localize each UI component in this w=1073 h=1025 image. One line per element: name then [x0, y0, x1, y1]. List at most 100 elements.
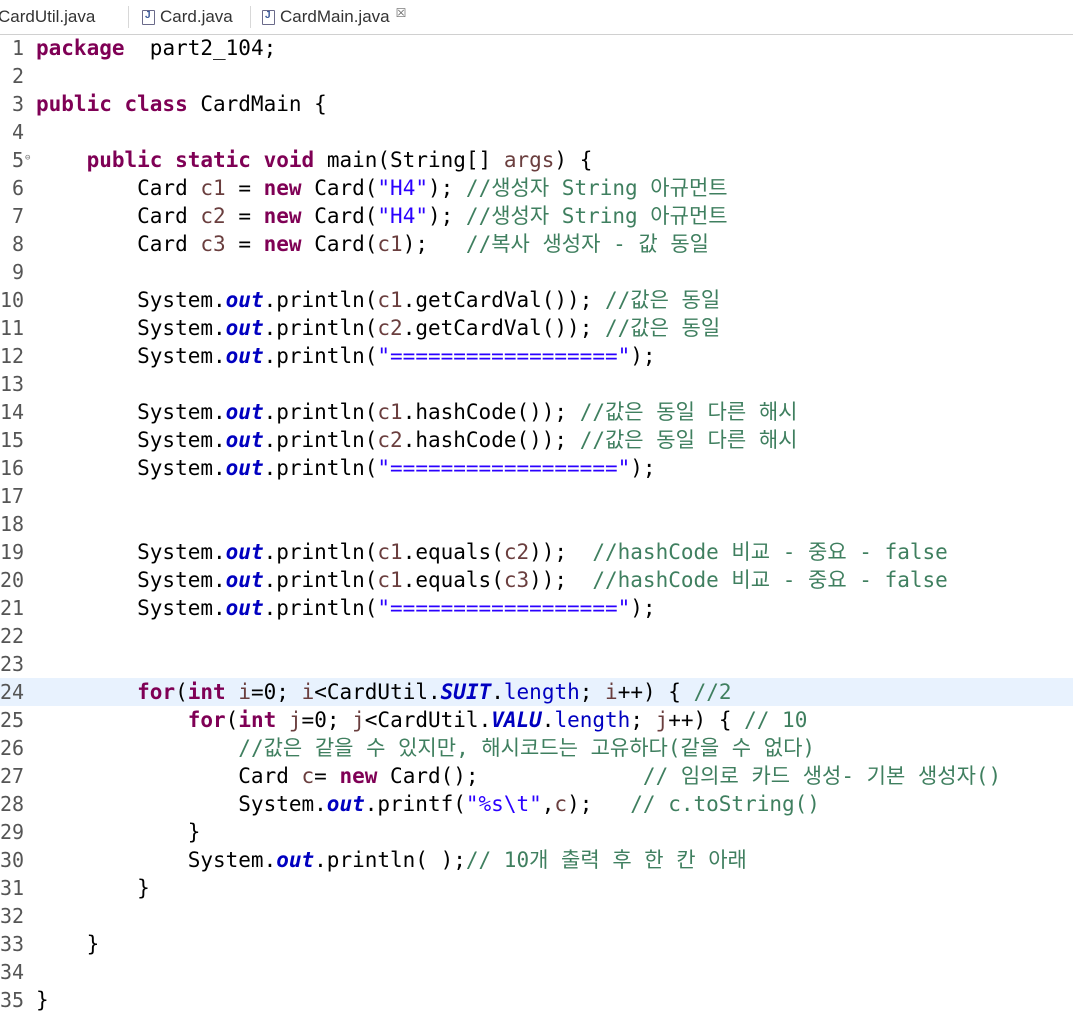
code-line[interactable]: 11 System.out.println(c2.getCardVal()); …: [0, 314, 1073, 342]
line-number: 10: [0, 288, 25, 312]
code-line[interactable]: 1 package part2_104;: [0, 34, 1073, 62]
code-editor[interactable]: 1 package part2_104; 2 3 public class CardMa…: [0, 34, 1073, 1025]
line-number: 11: [0, 316, 25, 340]
code-text: System.out.println("==================")…: [36, 596, 656, 620]
code-line[interactable]: 13: [0, 370, 1073, 398]
line-number: 26: [0, 736, 25, 760]
line-number: 20: [0, 568, 25, 592]
line-number: 17: [0, 484, 25, 508]
code-line[interactable]: 17: [0, 482, 1073, 510]
code-text: System.out.println(c1.equals(c3)); //has…: [36, 568, 948, 592]
line-number: 35: [0, 988, 25, 1012]
java-file-icon: [142, 9, 155, 25]
fold-toggle-icon[interactable]: ⊖: [25, 153, 30, 163]
line-number: 15: [0, 428, 25, 452]
code-line[interactable]: 32: [0, 902, 1073, 930]
code-text: System.out.println(c1.equals(c2)); //has…: [36, 540, 948, 564]
line-number: 5: [11, 148, 24, 172]
code-text: }: [36, 876, 150, 900]
line-number: 1: [11, 36, 24, 60]
code-text: System.out.println(c1.hashCode()); //값은 …: [36, 400, 798, 424]
code-line[interactable]: 34: [0, 958, 1073, 986]
code-text: System.out.println(c1.getCardVal()); //값…: [36, 288, 721, 312]
code-line[interactable]: 2: [0, 62, 1073, 90]
line-number: 32: [0, 904, 25, 928]
line-number: 8: [11, 232, 24, 256]
code-text: }: [36, 988, 49, 1012]
code-line[interactable]: 4: [0, 118, 1073, 146]
code-line[interactable]: 3 public class CardMain {: [0, 90, 1073, 118]
line-number: 24: [0, 680, 25, 704]
code-line[interactable]: 9: [0, 258, 1073, 286]
code-line[interactable]: 35}: [0, 986, 1073, 1014]
line-number: 16: [0, 456, 25, 480]
code-line[interactable]: 7 Card c2 = new Card("H4"); //생성자 String…: [0, 202, 1073, 230]
tab-cardmain[interactable]: CardMain.java ☒: [252, 0, 424, 34]
code-text: //값은 같을 수 있지만, 해시코드는 고유하다(같을 수 없다): [238, 736, 816, 760]
line-number: 22: [0, 624, 25, 648]
code-line[interactable]: 33 }: [0, 930, 1073, 958]
code-line[interactable]: 22: [0, 622, 1073, 650]
code-line[interactable]: 25 for(int j=0; j<CardUtil.VALU.length; …: [0, 706, 1073, 734]
line-number: 2: [11, 64, 24, 88]
code-line[interactable]: 28 System.out.printf("%s\t",c); // c.toS…: [0, 790, 1073, 818]
code-text: System.out.println(c2.getCardVal()); //값…: [36, 316, 721, 340]
line-number: 30: [0, 848, 25, 872]
code-text: System.out.println(c2.hashCode()); //값은 …: [36, 428, 798, 452]
code-line[interactable]: 16 System.out.println("=================…: [0, 454, 1073, 482]
code-line[interactable]: 29 }: [0, 818, 1073, 846]
close-icon[interactable]: ☒: [396, 6, 407, 20]
code-line[interactable]: 21 System.out.println("=================…: [0, 594, 1073, 622]
line-number: 12: [0, 344, 25, 368]
code-text: }: [36, 820, 201, 844]
code-text: for(int i=0; i<CardUtil.SUIT.length; i++…: [137, 680, 732, 704]
code-line[interactable]: 14 System.out.println(c1.hashCode()); //…: [0, 398, 1073, 426]
line-number: 3: [11, 92, 24, 116]
code-line[interactable]: 12 System.out.println("=================…: [0, 342, 1073, 370]
line-number: 7: [11, 204, 24, 228]
line-number: 18: [0, 512, 25, 536]
code-text: System.out.printf("%s\t",c); // c.toStri…: [36, 792, 820, 816]
code-line[interactable]: 15 System.out.println(c2.hashCode()); //…: [0, 426, 1073, 454]
code-text: }: [36, 932, 100, 956]
code-line[interactable]: 5 ⊖ public static void main(String[] args…: [0, 146, 1073, 174]
code-line[interactable]: 10 System.out.println(c1.getCardVal()); …: [0, 286, 1073, 314]
line-number: 34: [0, 960, 25, 984]
code-text: System.out.println("==================")…: [36, 344, 656, 368]
code-text: Card c3 = new Card(c1); //복사 생성자 - 값 동일: [36, 232, 709, 256]
line-number: 6: [11, 176, 24, 200]
line-number: 23: [0, 652, 25, 676]
code-line[interactable]: 23: [0, 650, 1073, 678]
tab-card[interactable]: Card.java: [142, 0, 250, 34]
code-line[interactable]: 19 System.out.println(c1.equals(c2)); //…: [0, 538, 1073, 566]
line-number: 28: [0, 792, 25, 816]
code-line[interactable]: 20 System.out.println(c1.equals(c3)); //…: [0, 566, 1073, 594]
code-text: Card c= new Card(); // 임의로 카드 생성- 기본 생성자…: [36, 764, 1002, 788]
line-number: 31: [0, 876, 25, 900]
code-text: System.out.println( );// 10개 출력 후 한 칸 아래: [36, 848, 747, 872]
code-line[interactable]: 18: [0, 510, 1073, 538]
java-file-icon: [262, 9, 275, 25]
line-number: 33: [0, 932, 25, 956]
line-number: 27: [0, 764, 25, 788]
code-text: public static void main(String[] args) {: [86, 148, 593, 172]
tab-label: CardMain.java: [280, 7, 390, 26]
line-number: 25: [0, 708, 25, 732]
code-text: System.out.println("==================")…: [36, 456, 656, 480]
code-line[interactable]: 30 System.out.println( );// 10개 출력 후 한 칸…: [0, 846, 1073, 874]
code-line[interactable]: 31 }: [0, 874, 1073, 902]
code-line[interactable]: 8 Card c3 = new Card(c1); //복사 생성자 - 값 동…: [0, 230, 1073, 258]
tab-cardutil[interactable]: CardUtil.java: [0, 0, 128, 34]
line-number: 21: [0, 596, 25, 620]
line-number: 4: [11, 120, 24, 144]
code-text: Card c2 = new Card("H4"); //생성자 String 아…: [36, 204, 728, 228]
code-line[interactable]: 26 //값은 같을 수 있지만, 해시코드는 고유하다(같을 수 없다): [0, 734, 1073, 762]
code-line[interactable]: 6 Card c1 = new Card("H4"); //생성자 String…: [0, 174, 1073, 202]
code-line[interactable]: 27 Card c= new Card(); // 임의로 카드 생성- 기본 …: [0, 762, 1073, 790]
line-number: 29: [0, 820, 25, 844]
tab-separator: [250, 6, 251, 28]
code-line[interactable]: 24 for(int i=0; i<CardUtil.SUIT.length; …: [0, 678, 1073, 706]
line-number: 19: [0, 540, 25, 564]
code-text: Card c1 = new Card("H4"); //생성자 String 아…: [36, 176, 728, 200]
tab-separator: [128, 6, 129, 28]
